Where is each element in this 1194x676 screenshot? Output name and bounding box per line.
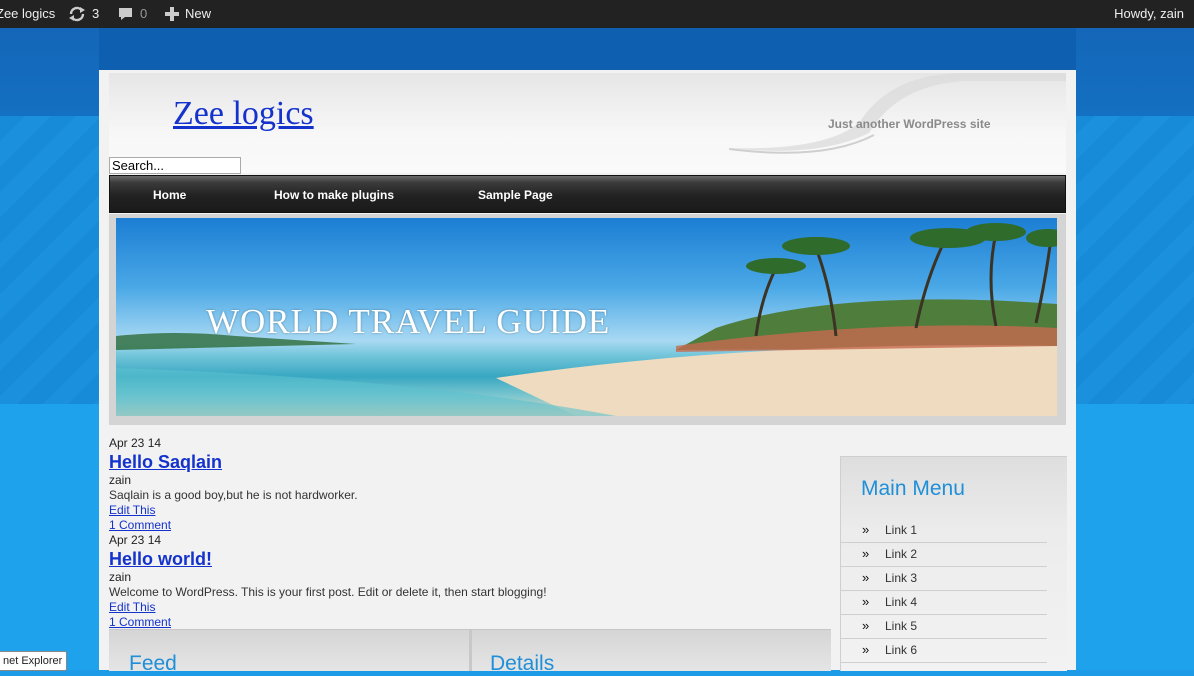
edit-post-link[interactable]: Edit This <box>109 503 829 518</box>
sidebar-link-5[interactable]: » Link 5 <box>841 614 1047 639</box>
sidebar-link-1[interactable]: » Link 1 <box>841 518 1047 543</box>
double-chevron-icon: » <box>862 642 870 657</box>
double-chevron-icon: » <box>862 522 870 537</box>
post-author: zain <box>109 570 132 584</box>
admin-bar-new[interactable]: New <box>165 0 211 28</box>
banner-image: WORLD TRAVEL GUIDE <box>116 218 1057 416</box>
double-chevron-icon: » <box>862 570 870 585</box>
post-date: Apr 23 14 <box>109 436 162 450</box>
comments-count: 0 <box>140 6 148 21</box>
details-widget-title: Details <box>490 652 555 675</box>
post-item: Apr 23 14 Hello world! zain Welcome to W… <box>109 533 829 630</box>
double-chevron-icon: » <box>862 618 870 633</box>
new-label: New <box>185 6 212 21</box>
banner-frame: WORLD TRAVEL GUIDE <box>109 214 1066 425</box>
edit-post-link[interactable]: Edit This <box>109 600 829 615</box>
post-date: Apr 23 14 <box>109 533 162 547</box>
banner-title: WORLD TRAVEL GUIDE <box>206 302 611 341</box>
admin-bar-account[interactable]: Howdy, zain <box>1114 0 1184 28</box>
admin-bar-comments[interactable]: 0 <box>118 0 147 28</box>
admin-bar: Zee logics 3 0 New Howdy, zain <box>0 0 1194 28</box>
howdy-label: Howdy, zain <box>1114 6 1184 21</box>
post-excerpt: Saqlain is a good boy,but he is not hard… <box>109 488 358 502</box>
page-container: Zee logics Just another WordPress site H… <box>99 70 1076 675</box>
comments-link[interactable]: 1 Comment <box>109 615 829 630</box>
sidebar-link-4[interactable]: » Link 4 <box>841 590 1047 615</box>
updates-count: 3 <box>92 6 100 21</box>
nav-item-sample-page[interactable]: Sample Page <box>478 176 553 214</box>
footer-widgets: Feed Details <box>109 629 831 675</box>
comment-bubble-icon <box>119 8 132 20</box>
sidebar-link-label: Link 2 <box>885 547 918 561</box>
sidebar-link-label: Link 5 <box>885 619 918 633</box>
background-column <box>99 28 1076 70</box>
post-title-link[interactable]: Hello Saqlain <box>109 451 829 473</box>
double-chevron-icon: » <box>862 546 870 561</box>
admin-bar-site-name[interactable]: Zee logics <box>0 0 55 28</box>
sidebar-main-menu: Main Menu » Link 1 » Link 2 » Link 3 » L… <box>840 456 1067 671</box>
nav-item-how-to-make-plugins[interactable]: How to make plugins <box>274 176 394 214</box>
admin-bar-site-label: Zee logics <box>0 6 56 21</box>
sidebar-title: Main Menu <box>861 477 965 500</box>
site-header: Zee logics Just another WordPress site <box>109 73 1066 173</box>
widget-divider <box>469 630 472 671</box>
site-tagline: Just another WordPress site <box>828 117 991 131</box>
refresh-icon <box>69 6 85 22</box>
plus-icon <box>165 7 179 21</box>
post-author: zain <box>109 473 132 487</box>
sidebar-link-label: Link 6 <box>885 643 918 657</box>
double-chevron-icon: » <box>862 594 870 609</box>
post-excerpt: Welcome to WordPress. This is your first… <box>109 585 547 599</box>
admin-bar-updates[interactable]: 3 <box>68 0 99 28</box>
feed-widget-title: Feed <box>129 652 177 675</box>
site-title[interactable]: Zee logics <box>173 95 314 133</box>
sidebar-link-label: Link 4 <box>885 595 918 609</box>
taskbar-tooltip: net Explorer <box>0 651 68 671</box>
sidebar-link-3[interactable]: » Link 3 <box>841 566 1047 591</box>
main-navigation: Home How to make plugins Sample Page <box>109 175 1066 213</box>
nav-item-home[interactable]: Home <box>153 176 186 214</box>
sidebar-link-2[interactable]: » Link 2 <box>841 542 1047 567</box>
sidebar-link-label: Link 3 <box>885 571 918 585</box>
posts-list: Apr 23 14 Hello Saqlain zain Saqlain is … <box>109 436 829 630</box>
search-input[interactable] <box>109 157 241 174</box>
sidebar-link-label: Link 1 <box>885 523 918 537</box>
comments-link[interactable]: 1 Comment <box>109 518 829 533</box>
post-title-link[interactable]: Hello world! <box>109 548 829 570</box>
sidebar-link-6[interactable]: » Link 6 <box>841 638 1047 663</box>
post-item: Apr 23 14 Hello Saqlain zain Saqlain is … <box>109 436 829 533</box>
